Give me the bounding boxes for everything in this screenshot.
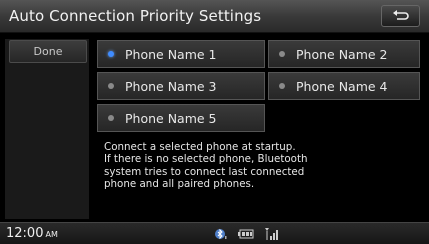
bluetooth-icon [214,228,228,240]
status-icons [214,228,288,240]
phone-option-5[interactable]: Phone Name 5 [97,104,265,132]
help-line: phone and all paired phones. [104,177,255,190]
help-line: system tries to connect last connected [104,165,305,178]
phone-option-2[interactable]: Phone Name 2 [268,40,420,68]
phone-name-label: Phone Name 4 [296,78,388,94]
title-bar: Auto Connection Priority Settings [0,0,429,33]
unselected-indicator-icon [279,83,285,89]
phone-option-3[interactable]: Phone Name 3 [97,72,265,100]
back-arrow-icon [392,10,409,20]
page-title: Auto Connection Priority Settings [9,7,262,25]
clock: 12:00 AM [6,226,58,241]
battery-icon [238,229,254,239]
unselected-indicator-icon [108,83,114,89]
unselected-indicator-icon [108,115,114,121]
phone-name-label: Phone Name 3 [125,78,217,94]
help-line: Connect a selected phone at startup. [104,141,296,153]
help-line: If there is no selected phone, Bluetooth [104,153,308,166]
phone-name-label: Phone Name 1 [125,46,217,62]
status-bar: 12:00 AM [0,222,429,244]
phone-name-label: Phone Name 5 [125,110,217,126]
left-panel [5,39,89,219]
unselected-indicator-icon [279,51,285,57]
help-text: Connect a selected phone at startup. If … [104,141,404,190]
phone-option-4[interactable]: Phone Name 4 [268,72,420,100]
signal-icon [264,228,278,240]
phone-name-label: Phone Name 2 [296,46,388,62]
clock-ampm: AM [45,230,58,239]
clock-time: 12:00 [6,226,44,241]
selected-indicator-icon [108,51,114,57]
back-button[interactable] [381,5,420,27]
done-button[interactable]: Done [9,40,87,63]
screen: Auto Connection Priority Settings Done P… [0,0,429,244]
phone-option-1[interactable]: Phone Name 1 [97,40,265,68]
